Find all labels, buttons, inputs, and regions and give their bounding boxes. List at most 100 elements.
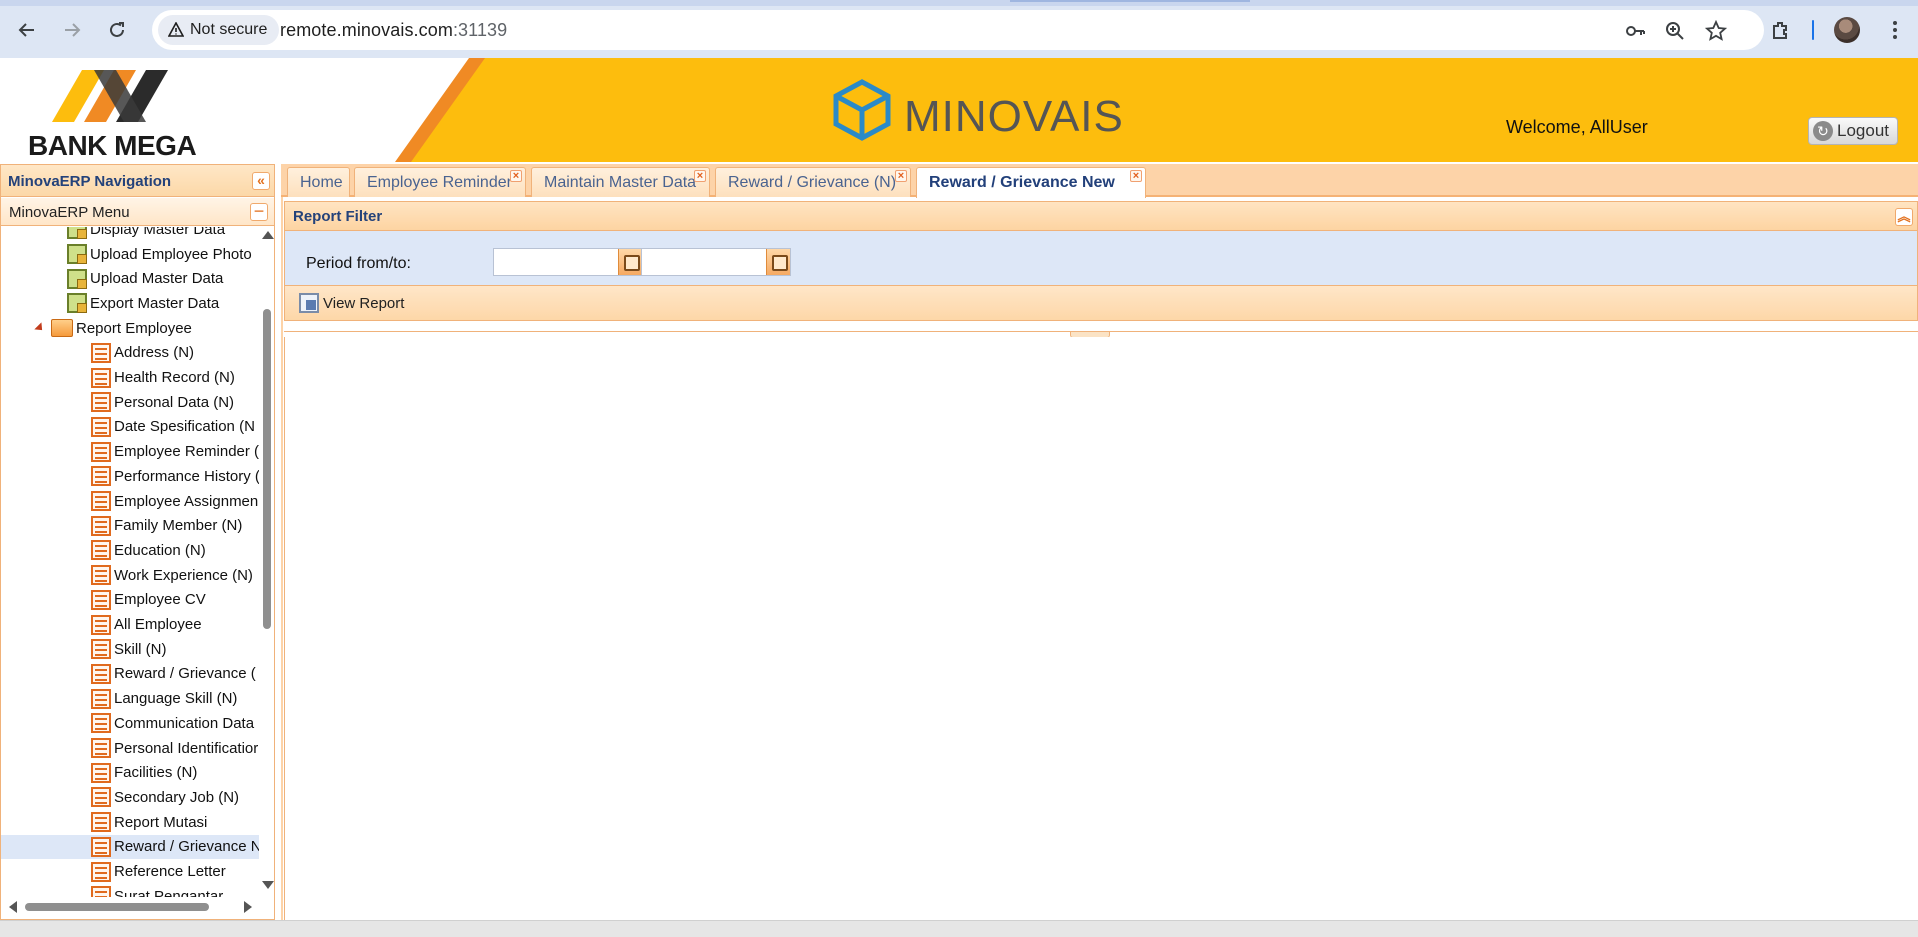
calendar-icon[interactable] xyxy=(618,249,642,275)
tree-item-label: Employee Assignmen xyxy=(114,492,259,510)
tree-item[interactable]: Report Employee xyxy=(1,316,259,341)
horizontal-scroll-thumb[interactable] xyxy=(25,903,209,911)
report-icon xyxy=(91,540,111,561)
tree-item[interactable]: Export Master Data xyxy=(1,291,259,316)
scroll-up-icon[interactable] xyxy=(262,231,274,239)
report-icon xyxy=(91,663,111,684)
tree-item[interactable]: Upload Employee Photo xyxy=(1,242,259,267)
tree-item[interactable]: Performance History ( xyxy=(1,464,259,489)
tab[interactable]: Reward / Grievance (N) × xyxy=(715,167,911,197)
back-icon[interactable] xyxy=(10,14,44,46)
tree-item-label: Reward / Grievance ( xyxy=(114,665,256,683)
main-left-border xyxy=(281,197,283,920)
tree-item-label: Export Master Data xyxy=(90,294,220,312)
period-from-input[interactable] xyxy=(494,249,618,275)
view-report-button[interactable]: View Report xyxy=(299,293,404,313)
menu-header[interactable]: MinovaERP Menu − xyxy=(1,198,274,226)
tree-item[interactable]: Language Skill (N) xyxy=(1,686,259,711)
mega-word: MEGA xyxy=(114,130,197,161)
report-icon xyxy=(91,787,111,808)
url-port: :31139 xyxy=(452,20,508,40)
tree-item[interactable]: Secondary Job (N) xyxy=(1,785,259,810)
tree-item[interactable]: Employee Assignmen xyxy=(1,489,259,514)
tree-vertical-scrollbar[interactable] xyxy=(259,227,274,897)
tab[interactable]: Maintain Master Data × xyxy=(531,167,710,197)
scroll-left-icon[interactable] xyxy=(9,901,17,913)
tree-item[interactable]: Education (N) xyxy=(1,538,259,563)
tree-item[interactable]: Facilities (N) xyxy=(1,760,259,785)
warning-icon xyxy=(168,22,184,37)
tree-item[interactable]: Reward / Grievance ( xyxy=(1,662,259,687)
url-text[interactable]: remote.minovais.com:31139 xyxy=(280,20,507,41)
browser-toolbar: Not secure remote.minovais.com:31139 xyxy=(0,0,1918,58)
calendar-icon[interactable] xyxy=(766,249,790,275)
tree-item-label: Communication Data xyxy=(114,714,255,732)
tree-item-label: Upload Employee Photo xyxy=(90,245,252,263)
tree-item[interactable]: Reference Letter xyxy=(1,859,259,884)
security-chip[interactable]: Not secure xyxy=(158,15,280,45)
tree-item[interactable]: Upload Master Data xyxy=(1,266,259,291)
tree-item-label: Secondary Job (N) xyxy=(114,788,240,806)
tree-item[interactable]: Communication Data xyxy=(1,711,259,736)
tree-horizontal-scrollbar[interactable] xyxy=(1,897,259,917)
forward-icon[interactable] xyxy=(55,14,89,46)
expand-arrow-icon[interactable] xyxy=(34,322,46,334)
close-tab-icon[interactable]: × xyxy=(1130,170,1142,182)
close-tab-icon[interactable]: × xyxy=(895,170,907,182)
key-icon[interactable] xyxy=(1622,18,1648,44)
profile-avatar[interactable] xyxy=(1834,17,1860,43)
tree-item[interactable]: Employee Reminder ( xyxy=(1,439,259,464)
report-icon xyxy=(91,639,111,660)
tree-item[interactable]: Date Spesification (N xyxy=(1,415,259,440)
tree-item[interactable]: Skill (N) xyxy=(1,637,259,662)
star-icon[interactable] xyxy=(1703,18,1729,44)
scroll-right-icon[interactable] xyxy=(244,901,252,913)
tree-item-label: Surat Pengantar xyxy=(114,887,224,897)
tree-item[interactable]: All Employee xyxy=(1,612,259,637)
period-from-field[interactable] xyxy=(493,248,643,276)
extensions-icon[interactable] xyxy=(1764,14,1798,46)
app-header: BANK MEGA MINOVAIS Welcome, AllUser ↻ Lo… xyxy=(0,58,1918,162)
tree-item[interactable]: Address (N) xyxy=(1,341,259,366)
tree-indent xyxy=(1,322,51,334)
reload-icon[interactable] xyxy=(100,14,134,46)
collapse-navigation-icon[interactable]: « xyxy=(252,172,270,190)
report-icon xyxy=(91,886,111,897)
period-to-input[interactable] xyxy=(642,249,766,275)
tree-item-label: Employee Reminder ( xyxy=(114,443,259,461)
tree-item-label: Report Employee xyxy=(76,319,192,337)
scroll-down-icon[interactable] xyxy=(262,881,274,889)
tree-item[interactable]: Work Experience (N) xyxy=(1,563,259,588)
zoom-icon[interactable] xyxy=(1662,18,1688,44)
tab[interactable]: Home xyxy=(287,167,350,197)
page-icon xyxy=(67,268,87,289)
tab[interactable]: Employee Reminder × xyxy=(354,167,526,197)
toolbar-separator xyxy=(1812,20,1814,40)
tree-item[interactable]: Surat Pengantar xyxy=(1,884,259,897)
tree-item[interactable]: Personal Identificatior xyxy=(1,736,259,761)
report-icon xyxy=(91,416,111,437)
report-filter-title: Report Filter xyxy=(293,208,383,225)
tree-item[interactable]: Health Record (N) xyxy=(1,365,259,390)
close-tab-icon[interactable]: × xyxy=(510,170,522,182)
tree-item[interactable]: Reward / Grievance N xyxy=(1,834,259,860)
tab-bar: Home Employee Reminder × Maintain Master Da… xyxy=(281,164,1918,198)
tree-item-label: Skill (N) xyxy=(114,640,167,658)
tree-item[interactable]: Personal Data (N) xyxy=(1,390,259,415)
tree-item[interactable]: Family Member (N) xyxy=(1,513,259,538)
tree-item-label: Language Skill (N) xyxy=(114,690,238,708)
logout-button[interactable]: ↻ Logout xyxy=(1808,117,1898,145)
period-to-field[interactable] xyxy=(641,248,791,276)
collapse-menu-icon[interactable]: − xyxy=(250,202,268,221)
tree-item[interactable]: Report Mutasi xyxy=(1,810,259,835)
tab-label: Reward / Grievance New xyxy=(929,174,1115,191)
url-host: remote.minovais.com xyxy=(280,20,453,40)
close-tab-icon[interactable]: × xyxy=(694,170,706,182)
address-bar[interactable]: Not secure remote.minovais.com:31139 xyxy=(152,10,1764,50)
kebab-menu-icon[interactable] xyxy=(1878,14,1912,46)
collapse-filter-icon[interactable]: ︽ xyxy=(1895,208,1913,226)
tree-item[interactable]: Employee CV xyxy=(1,588,259,613)
tab[interactable]: Reward / Grievance New × xyxy=(916,167,1146,198)
scroll-thumb[interactable] xyxy=(263,309,271,629)
tree-item[interactable]: Display Master Data xyxy=(1,227,259,242)
